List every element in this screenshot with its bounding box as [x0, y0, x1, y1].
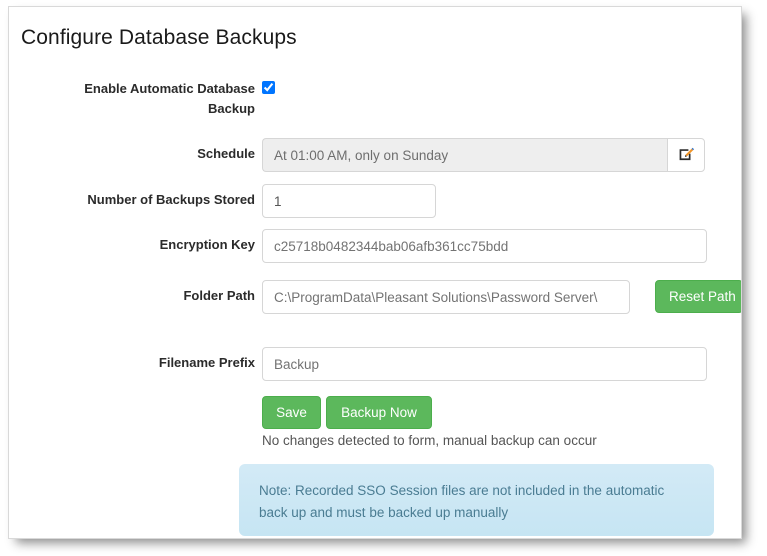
filename-prefix-label: Filename Prefix [158, 355, 255, 370]
screenshot-root: Configure Database Backups Enable Automa… [0, 0, 767, 556]
save-button[interactable]: Save [262, 396, 321, 429]
enable-backup-label: Enable Automatic Database Backup [84, 81, 255, 116]
page-title: Configure Database Backups [21, 26, 297, 49]
schedule-edit-button[interactable] [667, 138, 705, 172]
folder-path-label: Folder Path [183, 288, 255, 303]
schedule-label: Schedule [197, 146, 255, 161]
sso-note-text: Note: Recorded SSO Session files are not… [259, 483, 665, 520]
edit-square-icon [678, 145, 695, 165]
encryption-key-input[interactable] [262, 229, 707, 263]
backups-stored-input[interactable] [263, 185, 435, 217]
schedule-input[interactable] [262, 138, 667, 172]
backups-stored-stepper[interactable] [262, 184, 436, 218]
enable-backup-checkbox[interactable] [262, 81, 275, 94]
backup-now-button[interactable]: Backup Now [326, 396, 432, 429]
filename-prefix-input[interactable] [262, 347, 707, 381]
backups-stored-label: Number of Backups Stored [87, 192, 255, 207]
encryption-key-label: Encryption Key [159, 237, 255, 252]
reset-path-button[interactable]: Reset Path [655, 280, 741, 313]
configure-database-backups-panel: Configure Database Backups Enable Automa… [8, 6, 742, 539]
status-message: No changes detected to form, manual back… [262, 433, 597, 448]
folder-path-input[interactable] [262, 280, 630, 314]
sso-note-callout: Note: Recorded SSO Session files are not… [239, 464, 714, 536]
